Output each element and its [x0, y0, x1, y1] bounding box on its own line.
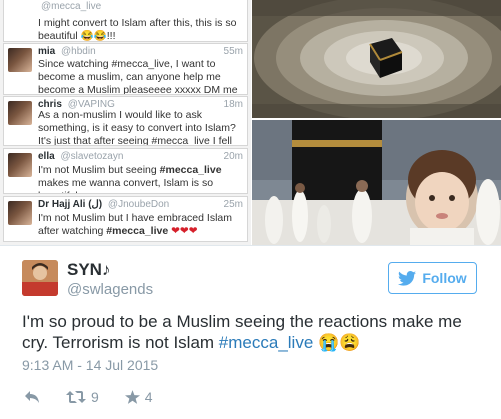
retweet-icon — [66, 391, 86, 403]
mini-name: Dr Hajj Ali (ﻝ) — [38, 199, 103, 210]
avatar — [8, 153, 32, 177]
avatar — [8, 101, 32, 125]
mini-text-body: Since watching #mecca_live, I want to be… — [38, 58, 238, 95]
retweet-button[interactable]: 9 — [66, 389, 99, 405]
avatar — [8, 48, 32, 72]
mini-handle: @mecca_live — [41, 1, 102, 12]
mini-handle: @hbdin — [61, 46, 96, 57]
mini-text-body: I'm not Muslim but seeing — [38, 164, 160, 176]
mini-handle: @slavetozayn — [60, 151, 124, 162]
hearts-emoji: ❤❤❤ — [171, 225, 198, 237]
tweet-emoji: 😭😩 — [313, 333, 361, 352]
retweet-count: 9 — [91, 389, 99, 405]
mini-tweet-text: I'm not Muslim but I have embraced Islam… — [38, 212, 243, 238]
screenshot-tweet-list: @mecca_live I might convert to Islam aft… — [0, 0, 251, 245]
tweet-media-collage[interactable]: @mecca_live I might convert to Islam aft… — [0, 0, 501, 245]
mini-tweet-text: I might convert to Islam after this, thi… — [38, 17, 237, 42]
twitter-bird-icon — [398, 270, 417, 286]
follow-label: Follow — [422, 270, 467, 286]
list-item: mia @hbdin 55m Since watching #mecca_liv… — [3, 43, 248, 95]
mini-name: mia — [38, 46, 56, 57]
kaaba-aerial-photo — [252, 0, 501, 118]
tweet-actions: 9 4 — [24, 388, 153, 406]
list-item: @mecca_live I might convert to Islam aft… — [3, 0, 248, 42]
follow-button[interactable]: Follow — [388, 262, 477, 294]
favorite-star-icon — [124, 390, 140, 404]
mini-time: 25m — [223, 199, 243, 210]
tweet-text: I'm so proud to be a Muslim seeing the r… — [22, 311, 487, 353]
mini-handle: @JnoubeDon — [107, 199, 170, 210]
avatar[interactable] — [22, 260, 58, 296]
mini-time: 20m — [223, 151, 243, 162]
avatar — [8, 201, 32, 225]
favorite-count: 4 — [144, 389, 153, 405]
list-item: chris @VAPING 18m As a non-muslim I woul… — [3, 96, 248, 146]
mini-hashtag: #mecca_live — [159, 164, 222, 176]
mini-text-body: makes me wanna convert, Islam is so beau… — [38, 177, 214, 193]
mini-tweet-text: Since watching #mecca_live, I want to be… — [38, 58, 243, 95]
author-handle[interactable]: @swlagends — [67, 281, 153, 298]
favorite-button[interactable]: 4 — [124, 389, 153, 405]
tweet-timestamp[interactable]: 9:13 AM - 14 Jul 2015 — [22, 357, 158, 373]
author-name[interactable]: SYN♪ — [67, 260, 110, 280]
mini-tweet-text: I'm not Muslim but seeing #mecca_live ma… — [38, 164, 243, 193]
list-item: Dr Hajj Ali (ﻝ) @JnoubeDon 25m I'm not M… — [3, 196, 248, 242]
mini-name: ella — [38, 151, 55, 162]
pilgrims-photo-drawing — [252, 120, 501, 245]
mini-hashtag: #mecca_live — [106, 225, 169, 237]
pilgrims-child-photo — [252, 120, 501, 245]
hashtag-link[interactable]: #mecca_live — [219, 333, 314, 352]
embedded-tweet: SYN♪ @swlagends Follow I'm so proud to b… — [0, 245, 501, 419]
reply-button[interactable] — [24, 390, 40, 404]
reply-icon — [25, 391, 39, 403]
avatar-image — [22, 260, 58, 296]
kaaba-photo-drawing — [252, 0, 501, 118]
mini-tweet-text: As a non-muslim I would like to ask some… — [38, 109, 236, 146]
list-item: ella @slavetozayn 20m I'm not Muslim but… — [3, 148, 248, 194]
mini-time: 55m — [223, 46, 243, 57]
